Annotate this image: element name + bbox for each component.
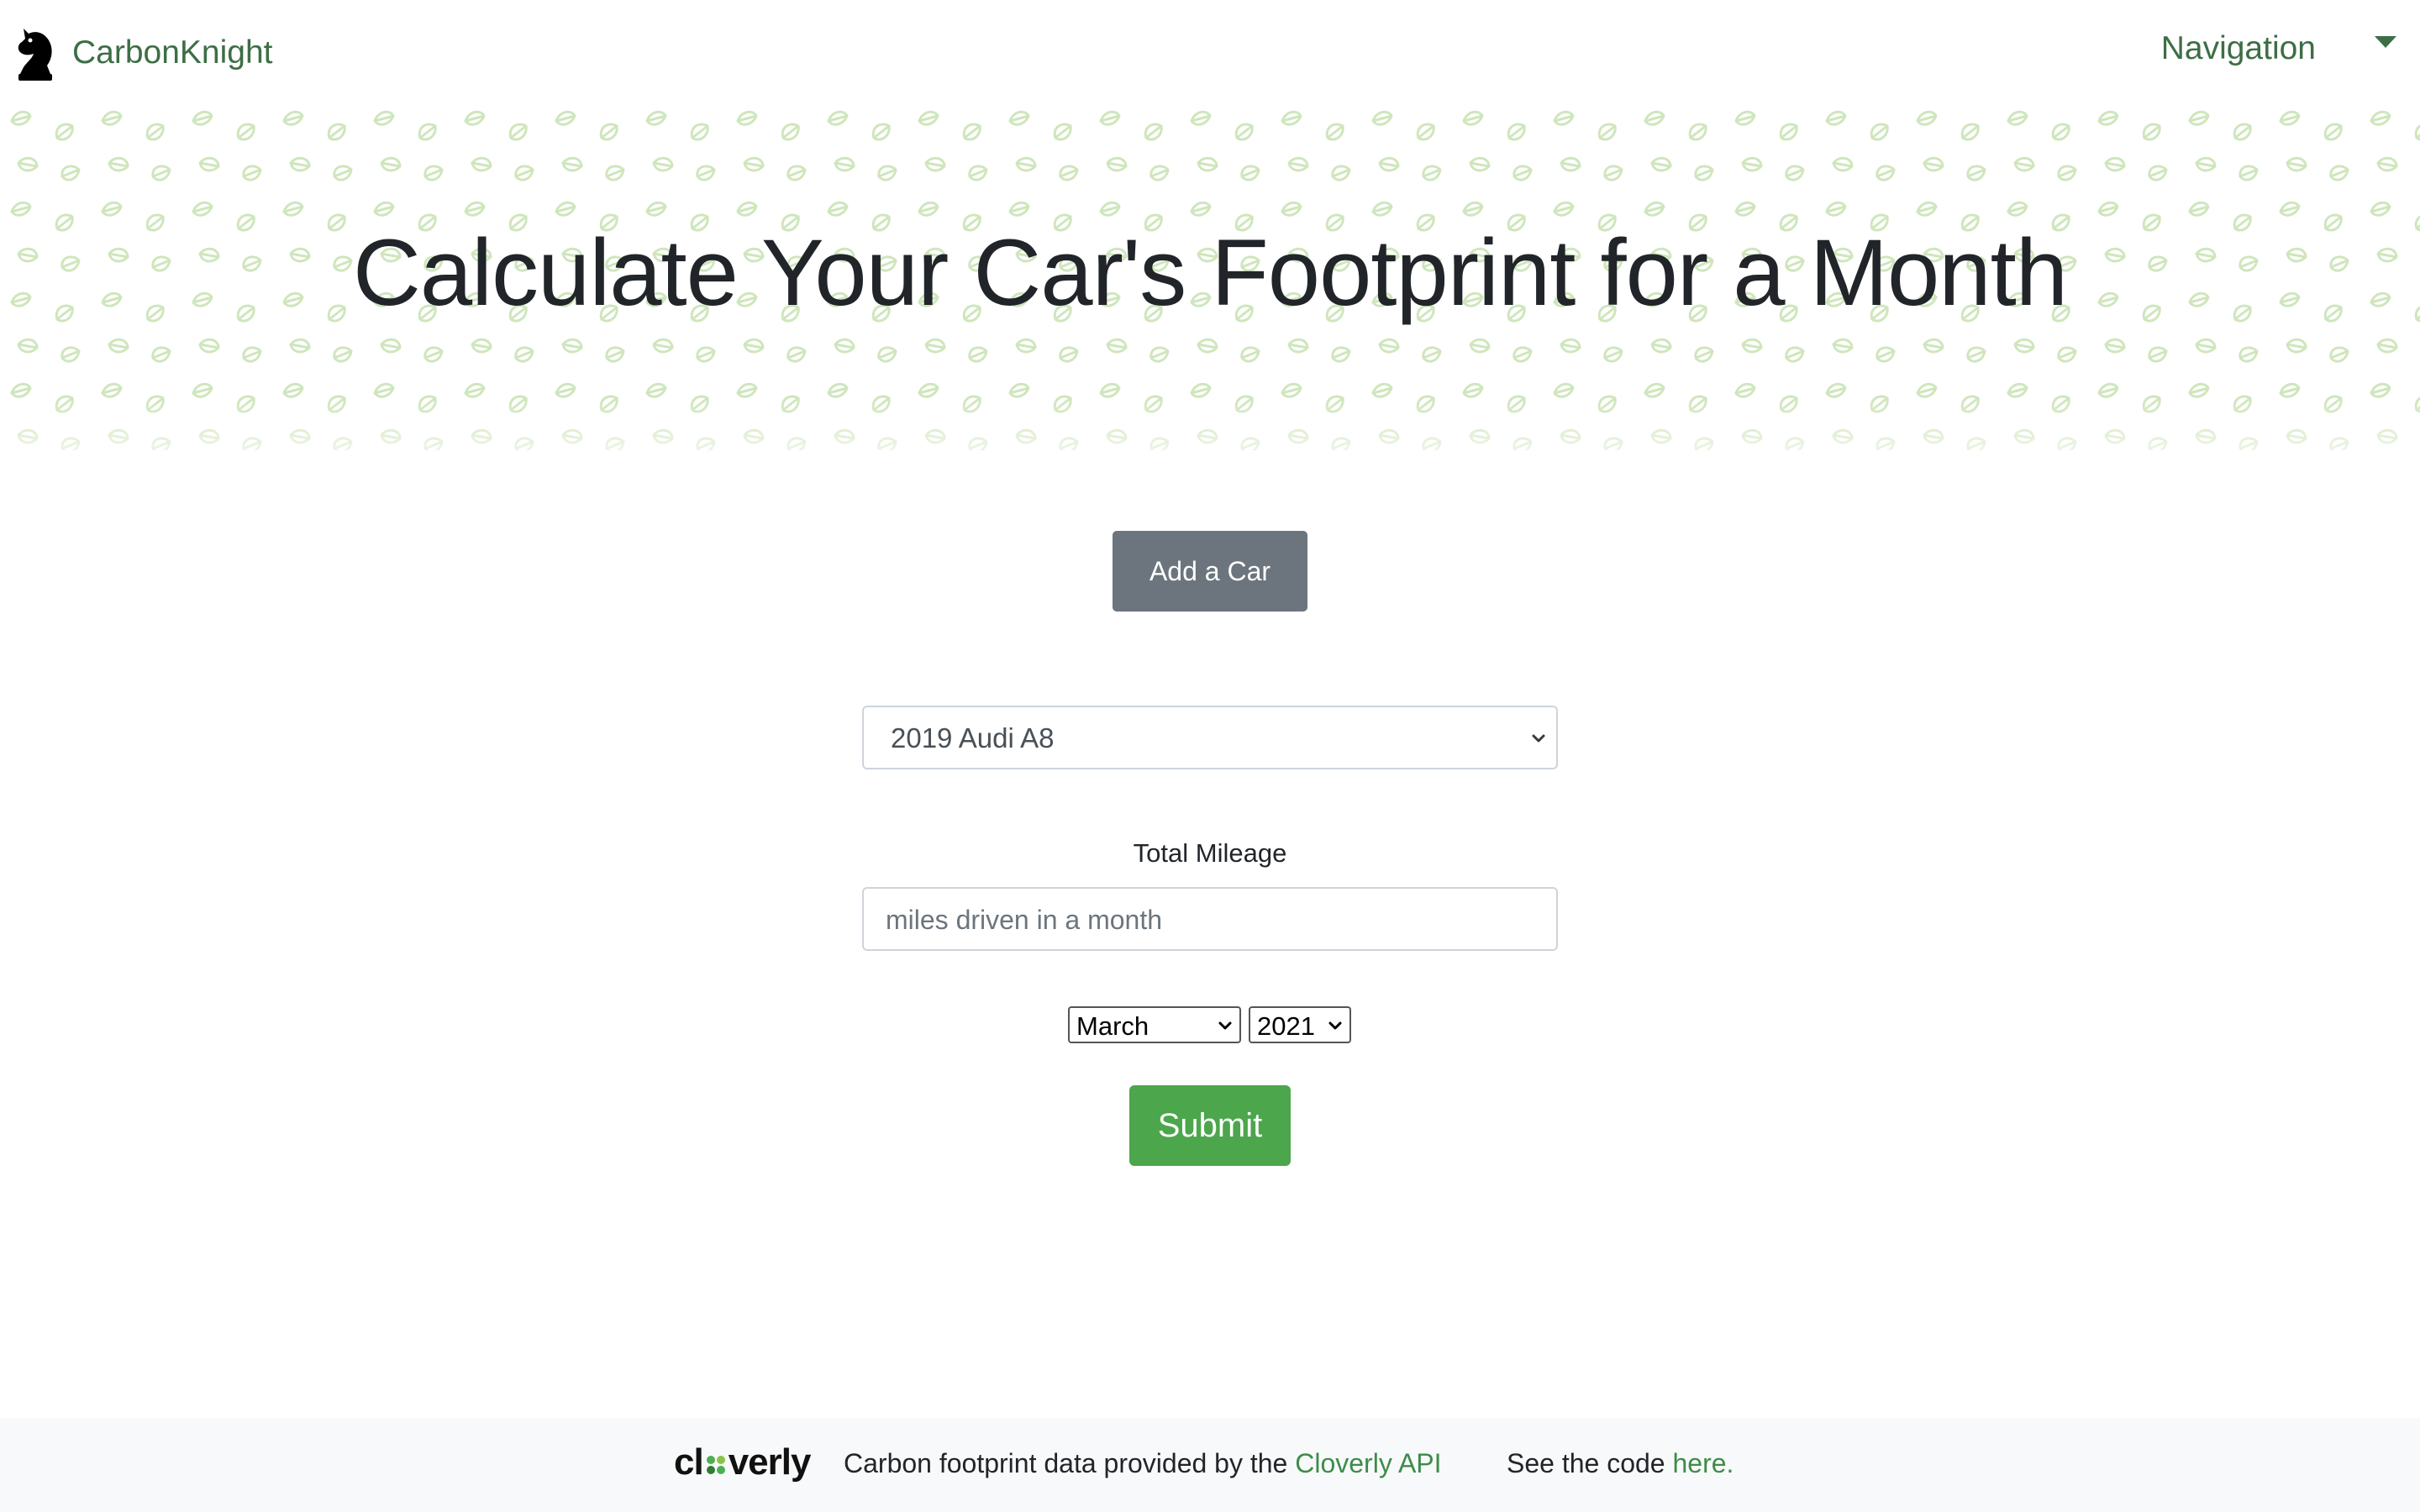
data-attribution-text: Carbon footprint data provided by the	[844, 1448, 1296, 1478]
mileage-placeholder: miles driven in a month	[886, 905, 1163, 935]
mileage-label: Total Mileage	[1133, 838, 1287, 868]
month-select-value: March	[1076, 1011, 1150, 1041]
page-title: Calculate Your Car's Footprint for a Mon…	[352, 220, 2068, 325]
submit-button[interactable]: Submit	[1129, 1085, 1291, 1166]
footer: cl verly Carbon footprint data provided …	[0, 1418, 2420, 1512]
navigation-label: Navigation	[2160, 30, 2316, 66]
cloverly-logo-text-start: cl	[674, 1441, 704, 1483]
year-select[interactable]: 2021	[1249, 1006, 1351, 1043]
car-select-value: 2019 Audi A8	[891, 722, 1055, 753]
year-select-value: 2021	[1257, 1011, 1315, 1041]
mileage-input[interactable]: miles driven in a month	[862, 887, 1558, 951]
cloverly-api-link[interactable]: Cloverly API	[1295, 1448, 1441, 1478]
navigation-dropdown[interactable]: Navigation	[2161, 30, 2396, 67]
code-link[interactable]: here.	[1672, 1448, 1733, 1478]
caret-down-icon	[2375, 36, 2396, 48]
hero-banner: Calculate Your Car's Footprint for a Mon…	[0, 104, 2420, 450]
month-select[interactable]: March	[1068, 1006, 1241, 1043]
navbar: CarbonKnight Navigation	[0, 0, 2420, 104]
cloverly-logo-text-end: verly	[728, 1441, 812, 1483]
chevron-down-icon	[1216, 1016, 1234, 1035]
clover-icon	[703, 1441, 729, 1483]
knight-chess-icon	[13, 25, 57, 81]
car-select[interactable]: 2019 Audi A8	[862, 706, 1558, 769]
add-car-button[interactable]: Add a Car	[1113, 531, 1307, 612]
data-attribution: Carbon footprint data provided by the Cl…	[844, 1448, 1442, 1479]
code-attribution: See the code here.	[1507, 1448, 1733, 1479]
brand-name: CarbonKnight	[72, 34, 273, 71]
cloverly-logo[interactable]: cl verly	[674, 1441, 812, 1483]
chevron-down-icon	[1526, 726, 1551, 751]
chevron-down-icon	[1326, 1016, 1344, 1035]
brand-link[interactable]: CarbonKnight	[13, 25, 273, 81]
code-attribution-text: See the code	[1507, 1448, 1673, 1478]
